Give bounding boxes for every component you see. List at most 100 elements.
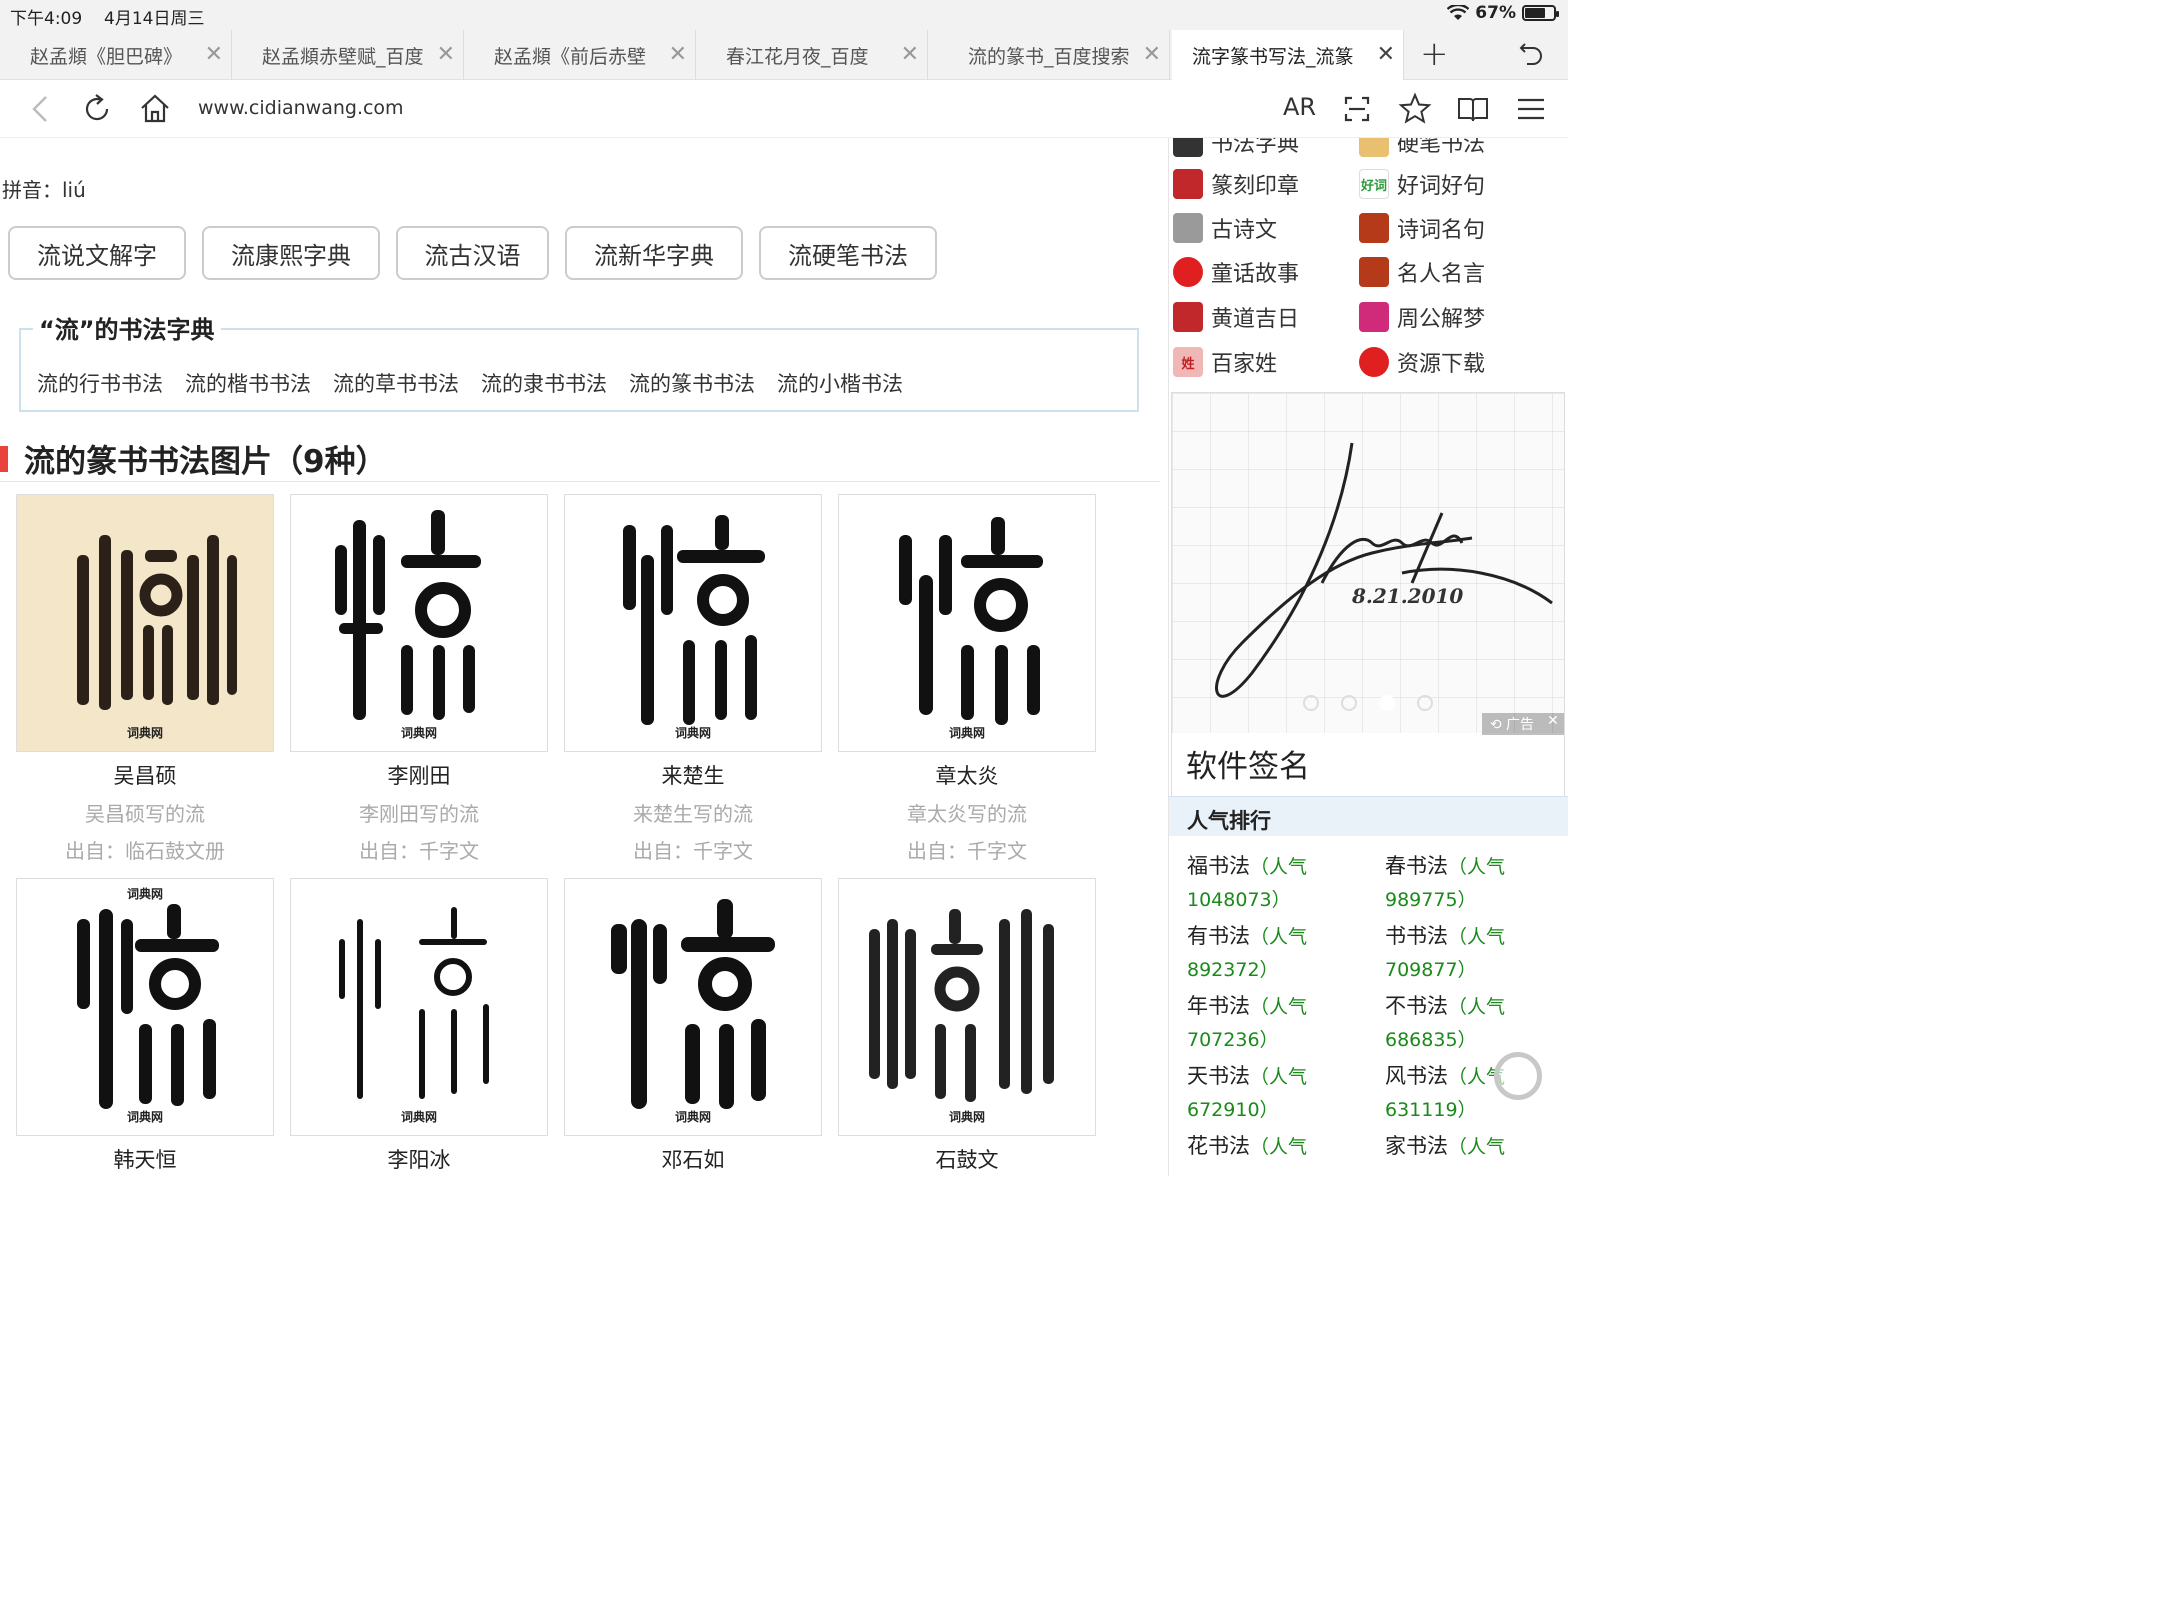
ranking-word[interactable]: 天书法 [1187,1064,1250,1088]
calligraphy-image-card[interactable]: 词典网 [838,494,1096,752]
link-lishu[interactable]: 流的隶书书法 [481,368,607,398]
close-icon[interactable]: ✕ [437,42,455,67]
tab-1[interactable]: 赵孟頫《胆巴碑》 ✕ [0,30,232,80]
calligrapher-name[interactable]: 章太炎 [838,760,1096,790]
calligrapher-name[interactable]: 韩天恒 [16,1144,274,1174]
sidebar-item-tonghua[interactable]: 童话故事 [1173,254,1299,290]
calligrapher-name[interactable]: 李阳冰 [290,1144,548,1174]
scan-icon[interactable] [1340,92,1374,126]
url-field[interactable]: www.cidianwang.com [198,97,404,119]
ranking-word[interactable]: 不书法 [1385,994,1448,1018]
chip-shuowen[interactable]: 流说文解字 [8,226,186,280]
card-caption: 石鼓文 [838,1144,1096,1174]
tab-5[interactable]: 流的篆书_百度搜索 ✕ [938,30,1170,80]
ranking-item[interactable]: 书书法（人气709877） [1385,920,1568,986]
ranking-word[interactable]: 有书法 [1187,924,1250,948]
calligraphy-image-card[interactable]: 词典网 [290,878,548,1136]
chip-guhanyu[interactable]: 流古汉语 [396,226,549,280]
tab-2[interactable]: 赵孟頫赤壁赋_百度 ✕ [232,30,464,80]
calligrapher-name[interactable]: 李刚田 [290,760,548,790]
ranking-item[interactable]: 春书法（人气989775） [1385,850,1568,916]
back-icon[interactable] [24,92,58,126]
sidebar-item-baijiaxing[interactable]: 姓百家姓 [1173,344,1277,380]
link-caoshu[interactable]: 流的草书书法 [333,368,459,398]
ranking-word[interactable]: 春书法 [1385,854,1448,878]
calligraphy-image-card[interactable]: 词典网 [564,878,822,1136]
card-source: 出自：千字文 [907,839,1027,863]
calligrapher-name[interactable]: 石鼓文 [838,1144,1096,1174]
carousel-dots[interactable] [1172,695,1564,711]
ranking-item[interactable]: 天书法（人气672910） [1187,1060,1377,1126]
assistive-touch-button[interactable] [1494,1052,1542,1100]
sidebar-item-haoci[interactable]: 好词 好词好句 [1359,166,1485,202]
undo-close-tab-icon[interactable] [1515,36,1549,70]
refresh-icon[interactable] [80,92,114,126]
chip-yingbi[interactable]: 流硬笔书法 [759,226,937,280]
ad-close-icon[interactable]: ✕ [1542,713,1564,735]
carousel-dot[interactable] [1417,695,1433,711]
menu-icon[interactable] [1514,92,1548,126]
carousel-dot-active[interactable] [1379,695,1395,711]
ad-caption[interactable]: 软件签名 [1186,741,1310,786]
calligraphy-image-card[interactable]: 词典网 [564,494,822,752]
carousel-dot[interactable] [1303,695,1319,711]
tab-4[interactable]: 春江花月夜_百度 ✕ [696,30,928,80]
ranking-word[interactable]: 年书法 [1187,994,1250,1018]
new-tab-icon[interactable]: + [1420,34,1449,74]
ranking-item[interactable]: 年书法（人气707236） [1187,990,1377,1056]
reader-book-icon[interactable] [1456,92,1490,126]
sidebar-item-zhuanke[interactable]: 篆刻印章 [1173,166,1299,202]
ranking-word[interactable]: 家书法 [1385,1134,1448,1158]
calligraphy-image-card[interactable]: 词典网 [290,494,548,752]
ad-image[interactable]: 8.21.2010 [1172,393,1564,733]
ranking-item[interactable]: 有书法（人气892372） [1187,920,1377,986]
sidebar-item-shufa-zidian[interactable]: 书法字典 [1173,138,1299,160]
watermark: 词典网 [948,1110,985,1124]
calligraphy-image-card[interactable]: 词典网 词典网 [16,878,274,1136]
bookmark-star-icon[interactable] [1398,92,1432,126]
sidebar-item-xiazai[interactable]: 资源下载 [1359,344,1485,380]
close-icon[interactable]: ✕ [1143,42,1161,67]
ranking-word[interactable]: 风书法 [1385,1064,1448,1088]
ranking-word[interactable]: 福书法 [1187,854,1250,878]
sidebar-item-mingyan[interactable]: 名人名言 [1359,254,1485,290]
ranking-item[interactable]: 福书法（人气1048073） [1187,850,1377,916]
calligraphy-image-card[interactable]: 词典网 [838,878,1096,1136]
sidebar-item-yingbi[interactable]: 硬笔书法 [1359,138,1485,160]
link-kaishu[interactable]: 流的楷书书法 [185,368,311,398]
ranking-item[interactable]: 家书法（人气 [1385,1130,1568,1163]
carousel-dot[interactable] [1341,695,1357,711]
close-icon[interactable]: ✕ [901,42,919,67]
ar-button[interactable]: AR [1283,93,1316,121]
link-xiaokai[interactable]: 流的小楷书法 [777,368,903,398]
home-icon[interactable] [138,92,172,126]
ranking-word[interactable]: 书书法 [1385,924,1448,948]
calligrapher-name[interactable]: 吴昌硕 [16,760,274,790]
ad-carousel[interactable]: 8.21.2010 ⟲ 广告 ✕ 软件签名 [1171,392,1565,814]
ranking-count: （人气 [1448,1136,1506,1158]
close-icon[interactable]: ✕ [205,42,223,67]
tab-3[interactable]: 赵孟頫《前后赤壁 ✕ [464,30,696,80]
chip-xinhua[interactable]: 流新华字典 [565,226,743,280]
card-desc: 章太炎写的流 [907,802,1027,826]
sidebar-item-jiemeng[interactable]: 周公解梦 [1359,299,1485,335]
ranking-item[interactable]: 花书法（人气 [1187,1130,1377,1163]
sidebar-item-huangdao[interactable]: 黄道吉日 [1173,299,1299,335]
chip-kangxi[interactable]: 流康熙字典 [202,226,380,280]
ranking-item[interactable]: 不书法（人气686835） [1385,990,1568,1056]
status-bar: 下午4:09 4月14日周三 67% [0,0,1568,30]
link-zhuanshu[interactable]: 流的篆书书法 [629,368,755,398]
close-icon[interactable]: ✕ [669,42,687,67]
watermark: 词典网 [126,726,163,740]
section-accent-bar [0,446,8,472]
sidebar-item-label: 周公解梦 [1397,307,1486,332]
tab-active[interactable]: 流字篆书写法_流篆 ✕ [1172,30,1404,81]
calligrapher-name[interactable]: 来楚生 [564,760,822,790]
calligrapher-name[interactable]: 邓石如 [564,1144,822,1174]
ranking-word[interactable]: 花书法 [1187,1134,1250,1158]
close-icon[interactable]: ✕ [1377,42,1395,67]
calligraphy-image-card[interactable]: 词典网 [16,494,274,752]
sidebar-item-shici[interactable]: 诗词名句 [1359,210,1485,246]
sidebar-item-gushiwen[interactable]: 古诗文 [1173,210,1277,246]
link-xingshu[interactable]: 流的行书书法 [37,368,163,398]
